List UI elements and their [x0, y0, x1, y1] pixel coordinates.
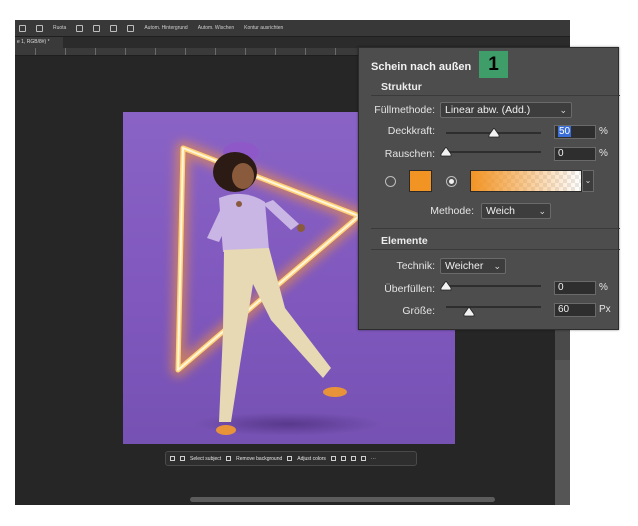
section-struktur: Struktur	[381, 81, 422, 93]
method-select[interactable]: Weich ⌄	[481, 203, 551, 219]
option-item[interactable]: Autom. Wischen	[198, 25, 234, 31]
more-button[interactable]: ···	[371, 456, 376, 462]
gradient-radio[interactable]	[446, 176, 457, 187]
panel-title: Schein nach außen	[371, 61, 472, 73]
select-subject-icon	[180, 456, 185, 461]
noise-unit: %	[599, 148, 608, 159]
align-icon[interactable]	[93, 24, 101, 32]
remove-background-icon	[226, 456, 232, 461]
remove-background-button[interactable]: Remove background	[236, 456, 282, 462]
chevron-down-icon: ⌄	[584, 176, 592, 185]
drag-handle-icon[interactable]	[170, 456, 175, 461]
copy-icon[interactable]	[76, 24, 84, 32]
document-tab[interactable]: e 1, RGB/8#) *	[15, 37, 63, 48]
blend-mode-value: Linear abw. (Add.)	[445, 104, 531, 116]
method-value: Weich	[486, 205, 515, 217]
section-elemente: Elemente	[381, 235, 428, 247]
rauschen-label: Rauschen:	[384, 148, 435, 160]
glow-color-swatch[interactable]	[409, 170, 432, 192]
scrollbar-horizontal[interactable]	[190, 497, 495, 502]
noise-slider-track[interactable]	[446, 151, 541, 153]
fuellmethode-label: Füllmethode:	[374, 104, 435, 116]
noise-input[interactable]: 0	[554, 147, 596, 161]
opacity-input[interactable]: 50	[554, 125, 596, 139]
chevron-down-icon: ⌄	[559, 105, 567, 115]
technique-select[interactable]: Weicher ⌄	[440, 258, 506, 274]
gradient-dropdown[interactable]: ⌄	[582, 170, 594, 192]
gradient-preview[interactable]	[470, 170, 582, 192]
deckkraft-label: Deckkraft:	[387, 125, 435, 137]
layer-icon[interactable]	[360, 456, 366, 461]
color-radio[interactable]	[385, 176, 396, 187]
opacity-unit: %	[599, 126, 608, 137]
select-tool-icon[interactable]	[36, 24, 43, 32]
technique-value: Weicher	[445, 260, 484, 272]
home-icon[interactable]	[19, 24, 26, 32]
select-subject-button[interactable]: Select subject	[190, 456, 221, 462]
option-item[interactable]: Ruota	[53, 25, 66, 31]
size-unit: Px	[599, 304, 611, 315]
methode-label: Methode:	[430, 205, 474, 217]
spread-input[interactable]: 0	[554, 281, 596, 295]
adjust-colors-button[interactable]: Adjust colors	[297, 456, 326, 462]
option-item[interactable]: Autom. Hintergrund	[144, 25, 187, 31]
options-bar: Ruota Autom. Hintergrund Autom. Wischen …	[15, 20, 570, 37]
add-icon[interactable]	[110, 24, 118, 32]
adjust-colors-icon	[287, 456, 293, 461]
step-badge: 1	[479, 51, 508, 78]
option-item[interactable]: Kontur ausrichten	[244, 25, 283, 31]
crop-icon[interactable]	[340, 456, 346, 461]
divider	[371, 249, 620, 250]
size-input[interactable]: 60	[554, 303, 596, 317]
outer-glow-panel: Schein nach außen 1 Struktur Füllmethode…	[358, 47, 620, 330]
gear-icon[interactable]	[127, 24, 135, 32]
adjustment-icon[interactable]	[350, 456, 356, 461]
ueberfuellen-label: Überfüllen:	[384, 283, 435, 295]
divider	[371, 95, 620, 96]
contextual-task-bar: Select subject Remove background Adjust …	[165, 451, 417, 466]
size-slider-track[interactable]	[446, 306, 541, 308]
spread-slider-track[interactable]	[446, 285, 541, 287]
groesse-label: Größe:	[402, 305, 435, 317]
spread-unit: %	[599, 282, 608, 293]
side-panel-edge-lower	[555, 360, 570, 505]
mask-icon[interactable]	[330, 456, 336, 461]
chevron-down-icon: ⌄	[538, 206, 546, 216]
divider	[371, 228, 620, 229]
technik-label: Technik:	[396, 260, 435, 272]
chevron-down-icon: ⌄	[493, 261, 501, 271]
blend-mode-select[interactable]: Linear abw. (Add.) ⌄	[440, 102, 572, 118]
